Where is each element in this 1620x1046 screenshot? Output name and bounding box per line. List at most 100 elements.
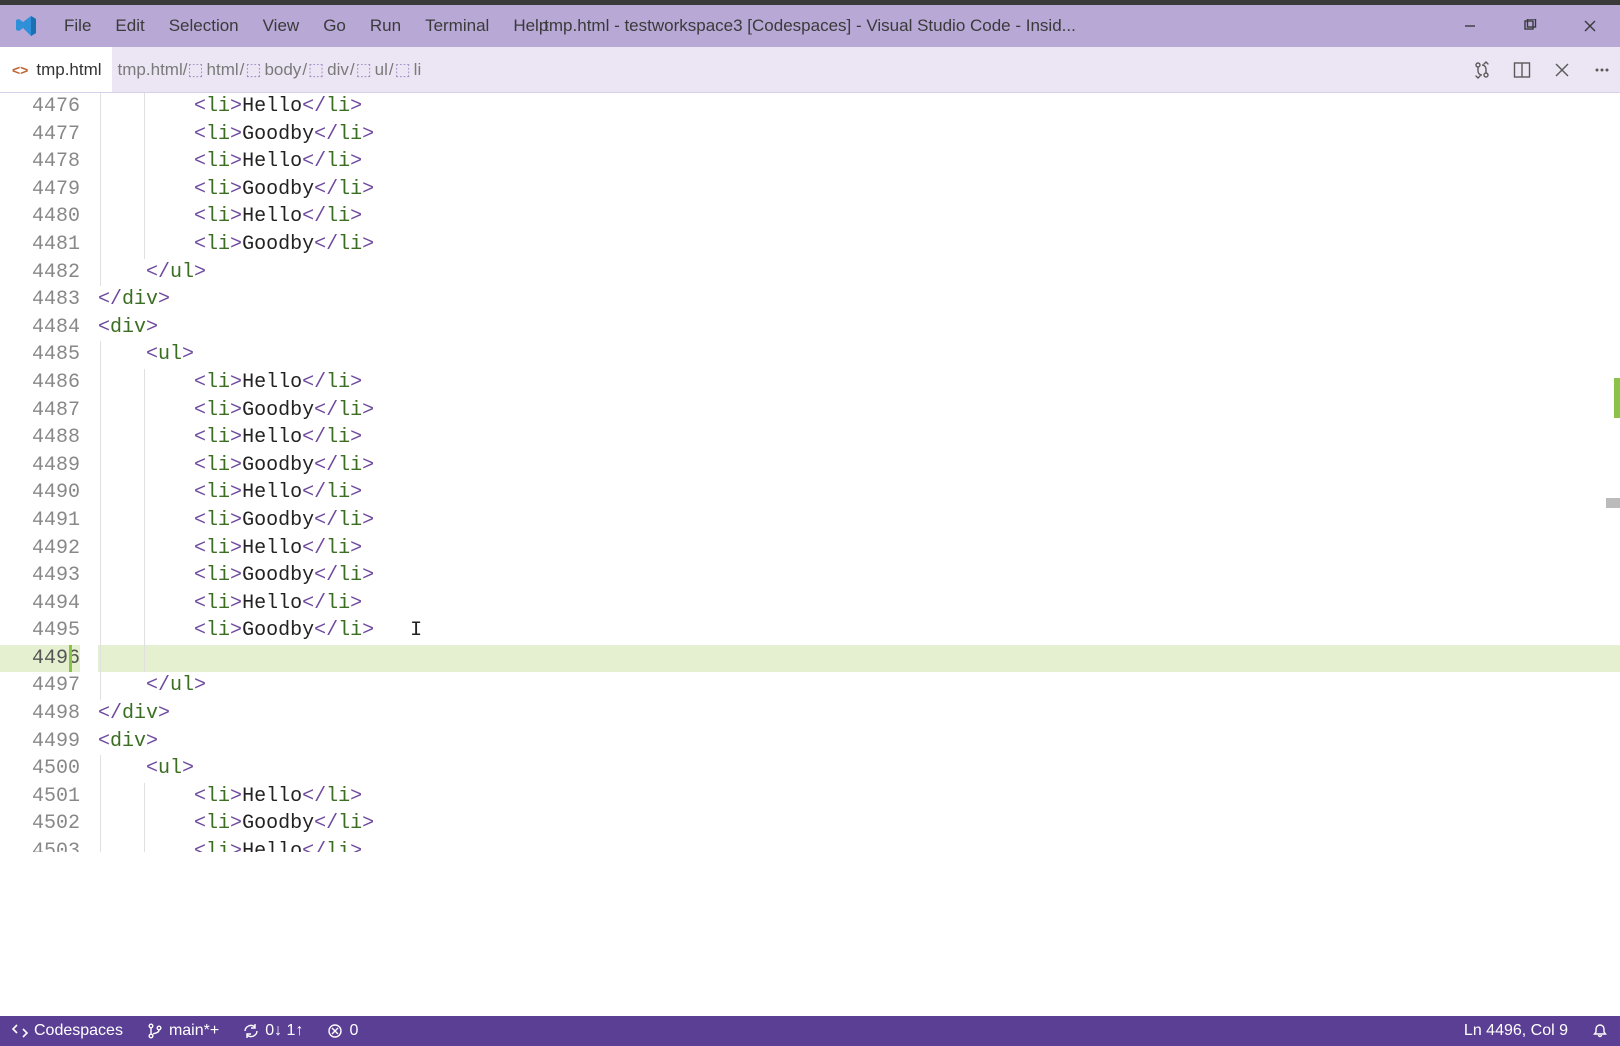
code-line[interactable]: <li>Hello</li> <box>98 93 1620 121</box>
element-icon: ⬚ <box>308 60 324 80</box>
code-line[interactable]: <li>Goodby</li> <box>98 562 1620 590</box>
status-bar: Codespaces main*+ 0↓ 1↑ 0 Ln 4496, Col 9 <box>0 1016 1620 1046</box>
editor-actions <box>1472 60 1612 80</box>
status-cursor-position[interactable]: Ln 4496, Col 9 <box>1452 1016 1580 1046</box>
line-number: 4489 <box>0 452 80 480</box>
breadcrumbs[interactable]: tmp.html/ ⬚html/ ⬚body/ ⬚div/ ⬚ul/ ⬚li <box>112 60 422 80</box>
code-line[interactable]: <div> <box>98 728 1620 756</box>
code-line[interactable]: <ul> <box>98 341 1620 369</box>
line-number: 4482 <box>0 259 80 287</box>
line-number: 4477 <box>0 121 80 149</box>
code-line[interactable]: <li>Hello</li> <box>98 590 1620 618</box>
text-cursor: I <box>410 619 422 642</box>
maximize-button[interactable] <box>1500 5 1560 47</box>
tab-bar: <> tmp.html tmp.html/ ⬚html/ ⬚body/ ⬚div… <box>0 47 1620 93</box>
line-number: 4480 <box>0 203 80 231</box>
line-number: 4483 <box>0 286 80 314</box>
html-file-icon: <> <box>12 62 28 78</box>
line-number: 4493 <box>0 562 80 590</box>
code-line[interactable]: <li>Goodby</li> I <box>98 617 1620 645</box>
code-line[interactable] <box>98 645 1620 673</box>
line-number: 4492 <box>0 535 80 563</box>
line-number: 4481 <box>0 231 80 259</box>
code-line[interactable]: <li>Goodby</li> <box>98 452 1620 480</box>
status-problems[interactable]: 0 <box>315 1016 370 1046</box>
code-line[interactable]: <li>Goodby</li> <box>98 121 1620 149</box>
title-bar: File Edit Selection View Go Run Terminal… <box>0 5 1620 47</box>
menu-terminal[interactable]: Terminal <box>413 10 501 42</box>
split-editor-icon[interactable] <box>1512 60 1532 80</box>
line-number: 4479 <box>0 176 80 204</box>
element-icon: ⬚ <box>187 60 203 80</box>
code-line[interactable]: </ul> <box>98 672 1620 700</box>
code-editor[interactable]: 4476447744784479448044814482448344844485… <box>0 93 1620 1016</box>
code-line[interactable]: <li>Hello</li> <box>98 148 1620 176</box>
code-line[interactable]: <li>Hello</li> <box>98 783 1620 811</box>
window-title: tmp.html - testworkspace3 [Codespaces] -… <box>544 16 1076 36</box>
status-notifications-icon[interactable] <box>1580 1016 1620 1046</box>
code-line[interactable]: </ul> <box>98 259 1620 287</box>
line-number: 4503 <box>0 838 80 852</box>
line-number-gutter: 4476447744784479448044814482448344844485… <box>0 93 98 1016</box>
code-line[interactable]: <li>Goodby</li> <box>98 231 1620 259</box>
more-actions-icon[interactable] <box>1592 60 1612 80</box>
line-number: 4484 <box>0 314 80 342</box>
menu-go[interactable]: Go <box>311 10 358 42</box>
line-number: 4476 <box>0 93 80 121</box>
breadcrumb-path[interactable]: tmp.html/ <box>118 60 188 80</box>
code-line[interactable]: <li>Hello</li> <box>98 838 1620 852</box>
line-number: 4478 <box>0 148 80 176</box>
close-button[interactable] <box>1560 5 1620 47</box>
status-sync[interactable]: 0↓ 1↑ <box>231 1016 315 1046</box>
line-number: 4495 <box>0 617 80 645</box>
breadcrumb-div[interactable]: ⬚div <box>308 60 349 80</box>
menu-edit[interactable]: Edit <box>103 10 156 42</box>
status-git-branch[interactable]: main*+ <box>135 1016 231 1046</box>
status-remote-codespaces[interactable]: Codespaces <box>0 1016 135 1046</box>
git-changes-icon[interactable] <box>1472 60 1492 80</box>
breadcrumb-html[interactable]: ⬚html <box>187 60 238 80</box>
line-number: 4496 <box>0 645 80 673</box>
minimize-button[interactable] <box>1440 5 1500 47</box>
line-number: 4501 <box>0 783 80 811</box>
tab-tmphtml[interactable]: <> tmp.html <box>0 47 112 92</box>
breadcrumb-body[interactable]: ⬚body <box>245 60 301 80</box>
line-number: 4491 <box>0 507 80 535</box>
code-line[interactable]: </div> <box>98 700 1620 728</box>
line-number: 4498 <box>0 700 80 728</box>
line-number: 4499 <box>0 728 80 756</box>
code-line[interactable]: <li>Goodby</li> <box>98 810 1620 838</box>
code-line[interactable]: <li>Goodby</li> <box>98 176 1620 204</box>
close-editor-icon[interactable] <box>1552 60 1572 80</box>
menu-bar: File Edit Selection View Go Run Terminal… <box>52 10 560 42</box>
code-line[interactable]: <div> <box>98 314 1620 342</box>
tab-label: tmp.html <box>36 60 101 80</box>
line-number: 4488 <box>0 424 80 452</box>
code-line[interactable]: </div> <box>98 286 1620 314</box>
line-number: 4486 <box>0 369 80 397</box>
element-icon: ⬚ <box>356 60 372 80</box>
menu-file[interactable]: File <box>52 10 103 42</box>
line-number: 4497 <box>0 672 80 700</box>
breadcrumb-li[interactable]: ⬚li <box>395 60 422 80</box>
breadcrumb-ul[interactable]: ⬚ul <box>356 60 388 80</box>
element-icon: ⬚ <box>245 60 261 80</box>
line-number: 4487 <box>0 397 80 425</box>
vscode-icon <box>14 14 38 38</box>
menu-run[interactable]: Run <box>358 10 413 42</box>
code-line[interactable]: <ul> <box>98 755 1620 783</box>
code-line[interactable]: <li>Hello</li> <box>98 479 1620 507</box>
code-line[interactable]: <li>Hello</li> <box>98 424 1620 452</box>
code-line[interactable]: <li>Goodby</li> <box>98 397 1620 425</box>
code-area[interactable]: <li>Hello</li> <li>Goodby</li> <li>Hello… <box>98 93 1620 1016</box>
menu-view[interactable]: View <box>251 10 312 42</box>
code-line[interactable]: <li>Hello</li> <box>98 369 1620 397</box>
menu-selection[interactable]: Selection <box>157 10 251 42</box>
line-number: 4494 <box>0 590 80 618</box>
line-number: 4485 <box>0 341 80 369</box>
code-line[interactable]: <li>Hello</li> <box>98 535 1620 563</box>
element-icon: ⬚ <box>395 60 411 80</box>
line-number: 4490 <box>0 479 80 507</box>
code-line[interactable]: <li>Goodby</li> <box>98 507 1620 535</box>
code-line[interactable]: <li>Hello</li> <box>98 203 1620 231</box>
